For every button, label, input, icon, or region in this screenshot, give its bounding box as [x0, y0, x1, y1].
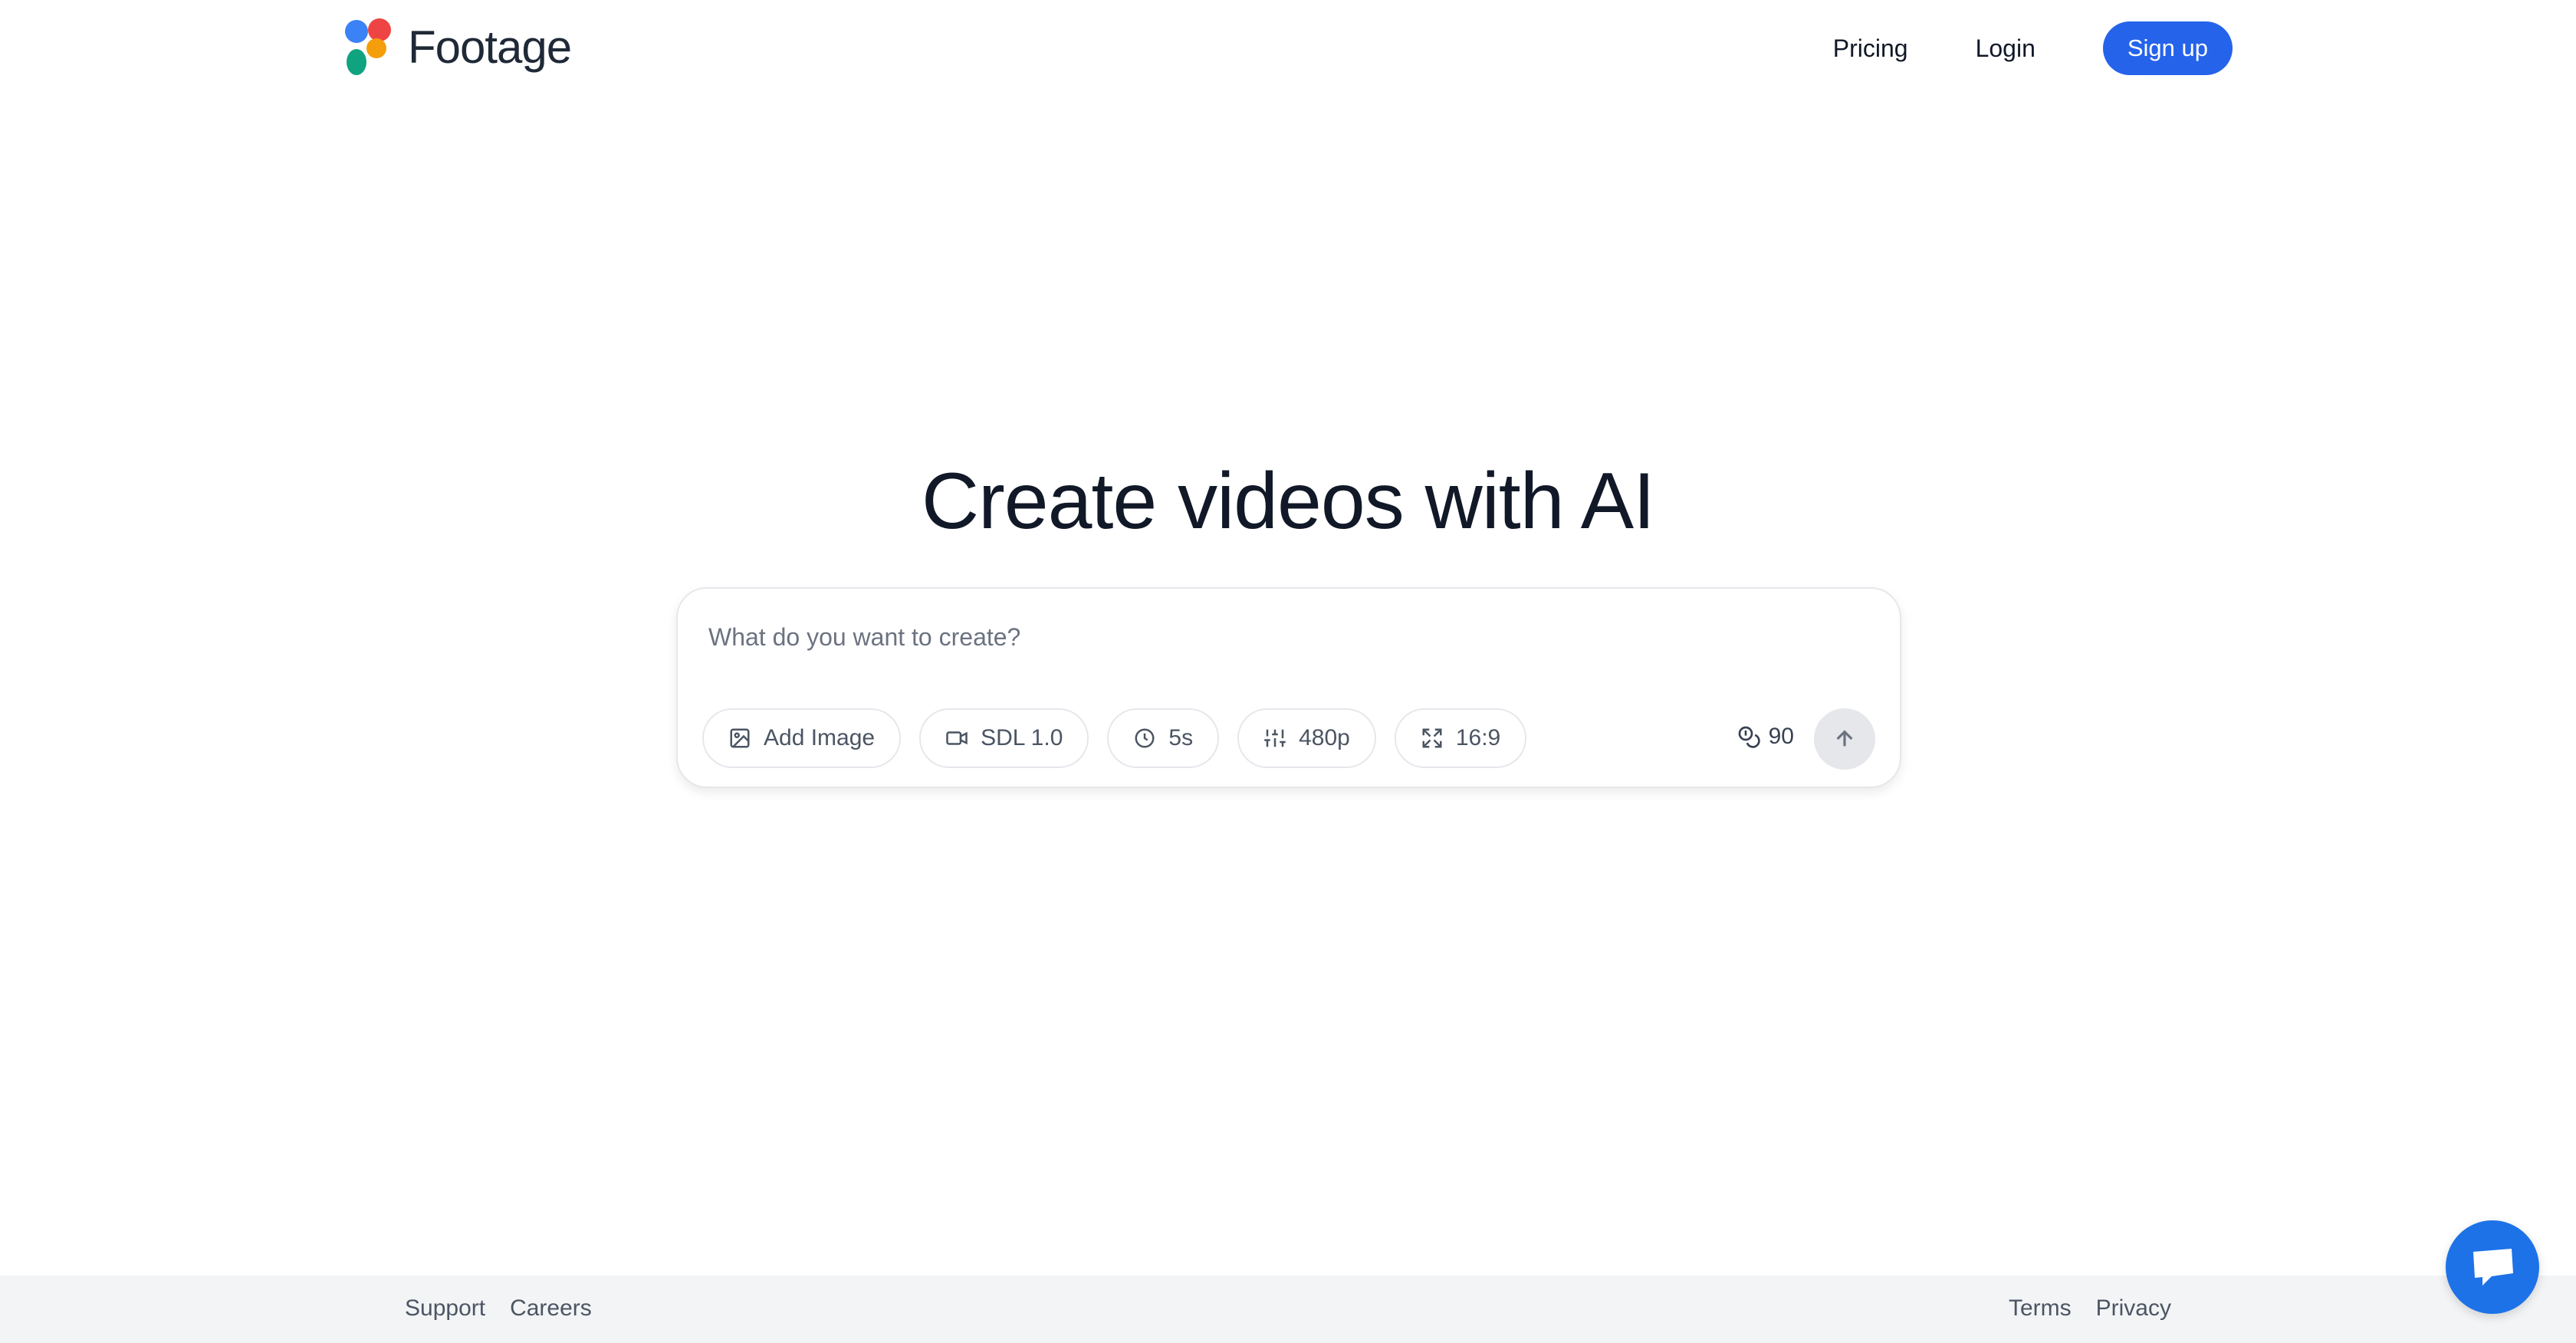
credits-count: 90	[1768, 724, 1794, 749]
coins-icon	[1738, 726, 1760, 748]
chat-widget-button[interactable]	[2446, 1220, 2539, 1314]
duration-select-button[interactable]: 5s	[1107, 708, 1220, 768]
expand-icon	[1422, 728, 1442, 748]
credits-indicator: 90	[1737, 724, 1794, 750]
resolution-select-button[interactable]: 480p	[1237, 708, 1376, 768]
add-image-label: Add Image	[764, 725, 876, 750]
chat-icon	[2473, 1249, 2513, 1286]
clock-icon	[1135, 728, 1155, 748]
video-camera-icon	[946, 731, 968, 745]
model-select-button[interactable]: SDL 1.0	[919, 708, 1089, 768]
aspect-ratio-label: 16:9	[1455, 725, 1501, 750]
footer-privacy-link[interactable]: Privacy	[2096, 1295, 2171, 1322]
site-header: Footage Pricing Login Sign up	[0, 0, 2576, 98]
page-title: Create videos with AI	[922, 457, 1655, 546]
site-footer: Support Careers Terms Privacy	[0, 1276, 2576, 1343]
brand-name: Footage	[408, 21, 572, 73]
nav-pricing-link[interactable]: Pricing	[1833, 34, 1908, 63]
brand-logo[interactable]: Footage	[343, 18, 572, 77]
signup-button[interactable]: Sign up	[2102, 21, 2233, 75]
sliders-icon	[1264, 729, 1286, 747]
submit-prompt-button[interactable]	[1814, 708, 1875, 770]
footer-careers-link[interactable]: Careers	[510, 1295, 592, 1322]
top-nav: Pricing Login Sign up	[1833, 21, 2233, 75]
aspect-ratio-select-button[interactable]: 16:9	[1394, 708, 1527, 768]
duration-label: 5s	[1168, 725, 1194, 750]
arrow-up-icon	[1836, 730, 1853, 747]
nav-login-link[interactable]: Login	[1976, 34, 2036, 63]
add-image-button[interactable]: Add Image	[702, 708, 902, 768]
footer-support-link[interactable]: Support	[405, 1295, 485, 1322]
prompt-card: Add Image SDL 1.0 5s 480p 16:9 90	[676, 587, 1901, 788]
footer-terms-link[interactable]: Terms	[2009, 1295, 2072, 1322]
prompt-options-toolbar: Add Image SDL 1.0 5s 480p 16:9	[702, 708, 1545, 768]
resolution-label: 480p	[1299, 725, 1350, 750]
footer-right-links: Terms Privacy	[2009, 1295, 2171, 1322]
logo-mark-icon	[343, 18, 393, 77]
model-label: SDL 1.0	[981, 725, 1063, 750]
footer-left-links: Support Careers	[405, 1295, 592, 1322]
image-icon	[730, 728, 750, 748]
prompt-input[interactable]	[708, 618, 1858, 656]
